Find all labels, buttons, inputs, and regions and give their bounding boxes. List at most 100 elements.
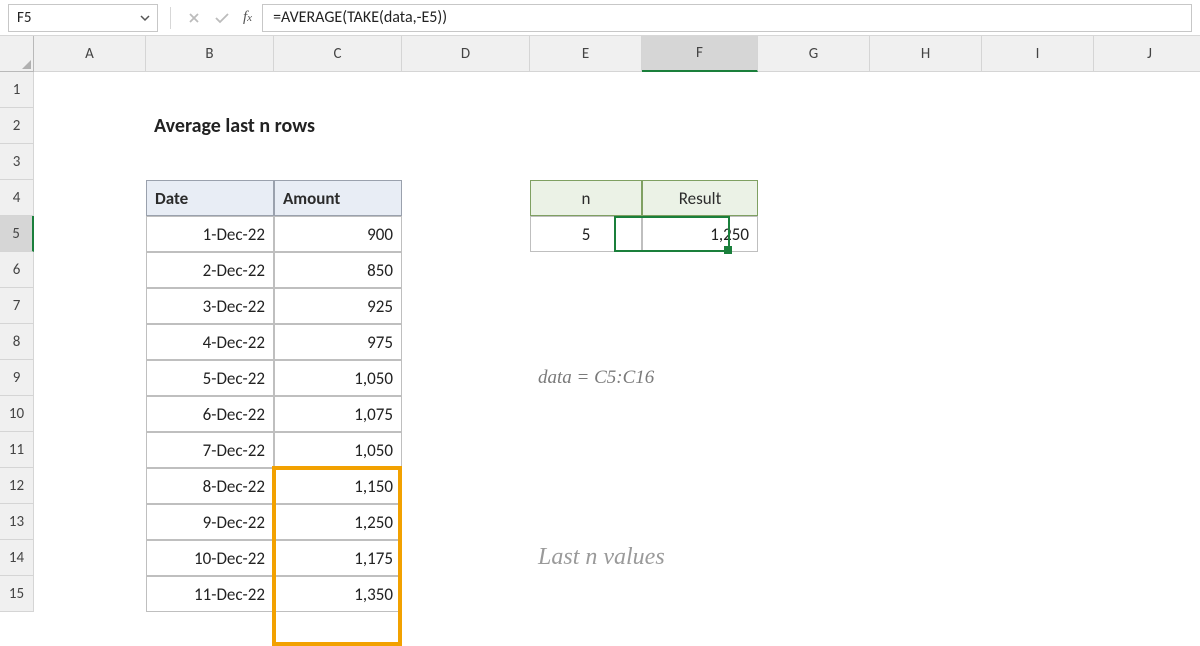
cell-H3[interactable] <box>870 144 982 180</box>
cell-D3[interactable] <box>402 144 530 180</box>
cell-C12[interactable]: 1,150 <box>274 468 402 504</box>
cell-D7[interactable] <box>402 288 530 324</box>
cell-E5[interactable]: 5 <box>530 216 642 252</box>
cell-D2[interactable] <box>402 108 530 144</box>
cell-A1[interactable] <box>34 72 146 108</box>
cell-D4[interactable] <box>402 180 530 216</box>
cell-I5[interactable] <box>982 216 1094 252</box>
row-header-8[interactable]: 8 <box>0 324 34 360</box>
cell-J9[interactable] <box>1094 360 1200 396</box>
cell-J15[interactable] <box>1094 576 1200 612</box>
cell-H12[interactable] <box>870 468 982 504</box>
cell-A3[interactable] <box>34 144 146 180</box>
cell-B14[interactable]: 10-Dec-22 <box>146 540 274 576</box>
col-header-C[interactable]: C <box>274 36 402 72</box>
cell-B6[interactable]: 2-Dec-22 <box>146 252 274 288</box>
select-all-corner[interactable] <box>0 36 34 72</box>
cell-G10[interactable] <box>758 396 870 432</box>
insert-function-button[interactable]: fx <box>239 9 256 26</box>
cell-D9[interactable] <box>402 360 530 396</box>
cell-G2[interactable] <box>758 108 870 144</box>
cell-B13[interactable]: 9-Dec-22 <box>146 504 274 540</box>
cell-H14[interactable] <box>870 540 982 576</box>
cell-B4[interactable]: Date <box>146 180 274 216</box>
cell-I6[interactable] <box>982 252 1094 288</box>
cell-A6[interactable] <box>34 252 146 288</box>
cell-D14[interactable] <box>402 540 530 576</box>
cell-I1[interactable] <box>982 72 1094 108</box>
cell-J13[interactable] <box>1094 504 1200 540</box>
cell-C14[interactable]: 1,175 <box>274 540 402 576</box>
name-box[interactable]: F5 <box>8 4 158 32</box>
cell-G5[interactable] <box>758 216 870 252</box>
cell-B7[interactable]: 3-Dec-22 <box>146 288 274 324</box>
cell-C5[interactable]: 900 <box>274 216 402 252</box>
row-header-4[interactable]: 4 <box>0 180 34 216</box>
row-header-6[interactable]: 6 <box>0 252 34 288</box>
row-header-5[interactable]: 5 <box>0 216 34 252</box>
cell-J4[interactable] <box>1094 180 1200 216</box>
cell-C3[interactable] <box>274 144 402 180</box>
row-header-12[interactable]: 12 <box>0 468 34 504</box>
cell-I10[interactable] <box>982 396 1094 432</box>
cell-D11[interactable] <box>402 432 530 468</box>
cell-G1[interactable] <box>758 72 870 108</box>
cell-D5[interactable] <box>402 216 530 252</box>
cell-I11[interactable] <box>982 432 1094 468</box>
cell-I4[interactable] <box>982 180 1094 216</box>
cell-J3[interactable] <box>1094 144 1200 180</box>
cell-A10[interactable] <box>34 396 146 432</box>
cell-I12[interactable] <box>982 468 1094 504</box>
cell-B3[interactable] <box>146 144 274 180</box>
cell-H11[interactable] <box>870 432 982 468</box>
col-header-G[interactable]: G <box>758 36 870 72</box>
col-header-I[interactable]: I <box>982 36 1094 72</box>
cell-F9[interactable] <box>642 360 758 396</box>
cell-G4[interactable] <box>758 180 870 216</box>
cell-C15[interactable]: 1,350 <box>274 576 402 612</box>
cell-H5[interactable] <box>870 216 982 252</box>
cell-D1[interactable] <box>402 72 530 108</box>
cell-B1[interactable] <box>146 72 274 108</box>
cell-C9[interactable]: 1,050 <box>274 360 402 396</box>
col-header-H[interactable]: H <box>870 36 982 72</box>
cell-B5[interactable]: 1-Dec-22 <box>146 216 274 252</box>
cell-G6[interactable] <box>758 252 870 288</box>
cell-C1[interactable] <box>274 72 402 108</box>
cell-B9[interactable]: 5-Dec-22 <box>146 360 274 396</box>
cell-E3[interactable] <box>530 144 642 180</box>
row-header-1[interactable]: 1 <box>0 72 34 108</box>
cell-A15[interactable] <box>34 576 146 612</box>
cell-D12[interactable] <box>402 468 530 504</box>
cell-J14[interactable] <box>1094 540 1200 576</box>
cell-I14[interactable] <box>982 540 1094 576</box>
cell-F6[interactable] <box>642 252 758 288</box>
cell-H4[interactable] <box>870 180 982 216</box>
cell-G8[interactable] <box>758 324 870 360</box>
cell-E12[interactable] <box>530 468 642 504</box>
cell-H8[interactable] <box>870 324 982 360</box>
cell-H7[interactable] <box>870 288 982 324</box>
cell-D13[interactable] <box>402 504 530 540</box>
cell-I8[interactable] <box>982 324 1094 360</box>
cell-F10[interactable] <box>642 396 758 432</box>
cell-E7[interactable] <box>530 288 642 324</box>
cell-C4[interactable]: Amount <box>274 180 402 216</box>
cell-A8[interactable] <box>34 324 146 360</box>
row-header-15[interactable]: 15 <box>0 576 34 612</box>
cell-G3[interactable] <box>758 144 870 180</box>
col-header-E[interactable]: E <box>530 36 642 72</box>
cell-J2[interactable] <box>1094 108 1200 144</box>
cell-E9[interactable]: data = C5:C16 <box>530 360 642 396</box>
cell-J11[interactable] <box>1094 432 1200 468</box>
cell-G15[interactable] <box>758 576 870 612</box>
cell-H13[interactable] <box>870 504 982 540</box>
cell-B12[interactable]: 8-Dec-22 <box>146 468 274 504</box>
cell-A12[interactable] <box>34 468 146 504</box>
cell-A5[interactable] <box>34 216 146 252</box>
cell-E4[interactable]: n <box>530 180 642 216</box>
cell-F11[interactable] <box>642 432 758 468</box>
cell-I2[interactable] <box>982 108 1094 144</box>
cell-E11[interactable] <box>530 432 642 468</box>
cell-J12[interactable] <box>1094 468 1200 504</box>
